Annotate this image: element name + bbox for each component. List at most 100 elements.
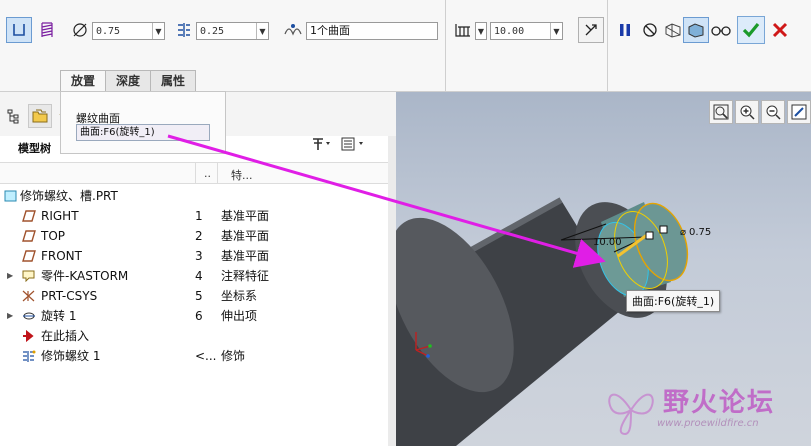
column-type-header[interactable]: 特... [231, 167, 253, 183]
depth-blind-icon [455, 24, 470, 37]
tree-row-label: RIGHT [41, 209, 79, 223]
drag-handle[interactable] [659, 225, 668, 234]
diameter-value: 0.75 [96, 25, 121, 37]
tab-depth[interactable]: 深度 [105, 70, 152, 91]
pitch-combo[interactable]: 0.25 ▼ [196, 22, 269, 40]
pitch-value: 0.25 [200, 25, 225, 37]
divider [607, 0, 608, 92]
tree-row-type: 基准平面 [221, 209, 270, 223]
no-preview-icon [643, 23, 657, 37]
tree-row-type: 基准平面 [221, 229, 270, 243]
settings-icon[interactable] [310, 136, 332, 155]
tree-row-number: 2 [195, 229, 203, 243]
expand-arrow-icon[interactable]: ▶ [7, 266, 13, 286]
flip-direction-button[interactable] [578, 17, 604, 43]
chevron-down-icon: ▼ [477, 26, 485, 36]
tree-row-label: 旋转 1 [41, 309, 77, 323]
placement-panel: 螺纹曲面 曲面:F6(旋转_1) [60, 91, 226, 154]
tab-properties[interactable]: 属性 [150, 70, 197, 91]
watermark: 野火论坛 www.proewildfire.cn [601, 378, 811, 444]
depth-dimension[interactable]: 10.00 [593, 237, 622, 248]
model-tree-tools [310, 136, 366, 155]
wireframe-preview-icon [665, 23, 681, 38]
thread-dashboard: 0.75 ▼ 0.25 ▼ 1个曲面 ▼ 10.00 ▼ 放置 深度 属性 [0, 0, 811, 92]
model-tree-tab[interactable] [2, 104, 26, 128]
model-tree-title: 模型树 [18, 142, 51, 155]
column-number-header[interactable]: .. [204, 167, 211, 180]
drag-handle[interactable] [645, 231, 654, 240]
tree-row-number: 1 [195, 209, 203, 223]
pause-button[interactable] [612, 17, 638, 43]
tree-row-annotation[interactable]: ▶ 零件-KASTORM 4 注释特征 [0, 266, 388, 286]
tree-row-label: PRT-CSYS [41, 289, 98, 303]
shaded-preview-icon [688, 23, 704, 38]
surface-thread-icon [13, 24, 25, 36]
tree-row-label: 在此插入 [41, 329, 90, 343]
tree-row-label: 零件-KASTORM [41, 269, 129, 283]
tree-row-number: 3 [195, 249, 203, 263]
tree-row-cosmetic-thread[interactable]: 修饰螺纹 1 <... 修饰 [0, 346, 388, 366]
verify-preview-button[interactable] [683, 17, 709, 43]
tree-row-type: 伸出项 [221, 309, 258, 323]
tree-column-header: .. 特... [0, 162, 388, 184]
cancel-button[interactable] [767, 17, 793, 43]
tree-row-csys[interactable]: PRT-CSYS 5 坐标系 [0, 286, 388, 306]
butterfly-logo-icon [608, 393, 654, 436]
thread-surface-reference[interactable]: 曲面:F6(旋转_1) [76, 124, 210, 141]
accept-button[interactable] [737, 16, 765, 44]
triad-x-dot [428, 344, 432, 348]
dashboard-tabs: 放置 深度 属性 [60, 70, 197, 91]
tree-row-label: TOP [41, 229, 66, 243]
tree-hierarchy-icon [7, 109, 19, 124]
expand-arrow-icon[interactable]: ▶ [7, 306, 13, 326]
depth-combo[interactable]: 10.00 ▼ [490, 22, 563, 40]
tree-row-front[interactable]: FRONT 3 基准平面 [0, 246, 388, 266]
depth-value: 10.00 [494, 25, 525, 37]
glasses-icon [711, 26, 731, 36]
chevron-down-icon[interactable]: ▼ [256, 23, 268, 39]
datum-plane-icon [22, 210, 36, 222]
depth-option-button[interactable] [450, 17, 476, 43]
tree-row-revolve[interactable]: ▶ 旋转 1 6 伸出项 [0, 306, 388, 326]
diameter-dimension[interactable]: 0.75 [689, 227, 711, 238]
tree-row-label: FRONT [41, 249, 82, 263]
tree-row-right[interactable]: RIGHT 1 基准平面 [0, 206, 388, 226]
graphics-window[interactable]: 10.00 ⌀ 0.75 曲面:F6(旋转_1) 野火论坛 www.proewi… [396, 92, 811, 446]
tree-row-part[interactable]: 修饰螺纹、槽.PRT [0, 186, 388, 206]
diameter-combo[interactable]: 0.75 ▼ [92, 22, 165, 40]
tree-scrollbar[interactable] [388, 136, 396, 446]
tree-row-label: 修饰螺纹、槽.PRT [20, 189, 118, 203]
flip-arrow-icon [585, 24, 597, 36]
tree-row-type: 坐标系 [221, 289, 258, 303]
tree-row-insert-here[interactable]: 在此插入 [0, 326, 388, 346]
thread-surface-icon [284, 24, 302, 36]
chevron-down-icon[interactable]: ▼ [550, 23, 562, 39]
tree-row-top[interactable]: TOP 2 基准平面 [0, 226, 388, 246]
annotation-icon [22, 270, 35, 282]
verify-mode-button[interactable] [708, 17, 734, 43]
depth-option-dropdown[interactable]: ▼ [475, 22, 487, 40]
folder-icon [32, 109, 48, 123]
surface-thread-button[interactable] [6, 17, 32, 43]
tree-row-type: 修饰 [221, 349, 246, 363]
coordinate-system-icon [22, 290, 35, 302]
column-divider [217, 163, 218, 183]
tree-row-number: <... [195, 349, 217, 363]
tab-placement[interactable]: 放置 [60, 70, 107, 91]
thread-spring-icon [41, 22, 53, 37]
cosmetic-thread-icon [23, 350, 36, 362]
check-icon [742, 22, 760, 38]
diameter-dimension-symbol: ⌀ [680, 227, 686, 238]
show-menu-icon[interactable] [340, 136, 366, 155]
tree-row-type: 基准平面 [221, 249, 270, 263]
chevron-down-icon[interactable]: ▼ [152, 23, 164, 39]
folder-browser-tab[interactable] [28, 104, 52, 128]
thread-type-button[interactable] [34, 17, 60, 43]
tree-row-label: 修饰螺纹 1 [41, 349, 101, 363]
thread-surface-collector[interactable]: 1个曲面 [306, 22, 438, 40]
tree-row-number: 5 [195, 289, 203, 303]
pitch-icon [178, 23, 190, 37]
surface-tooltip: 曲面:F6(旋转_1) [626, 290, 721, 312]
tree-row-number: 4 [195, 269, 203, 283]
diameter-icon [73, 23, 87, 37]
